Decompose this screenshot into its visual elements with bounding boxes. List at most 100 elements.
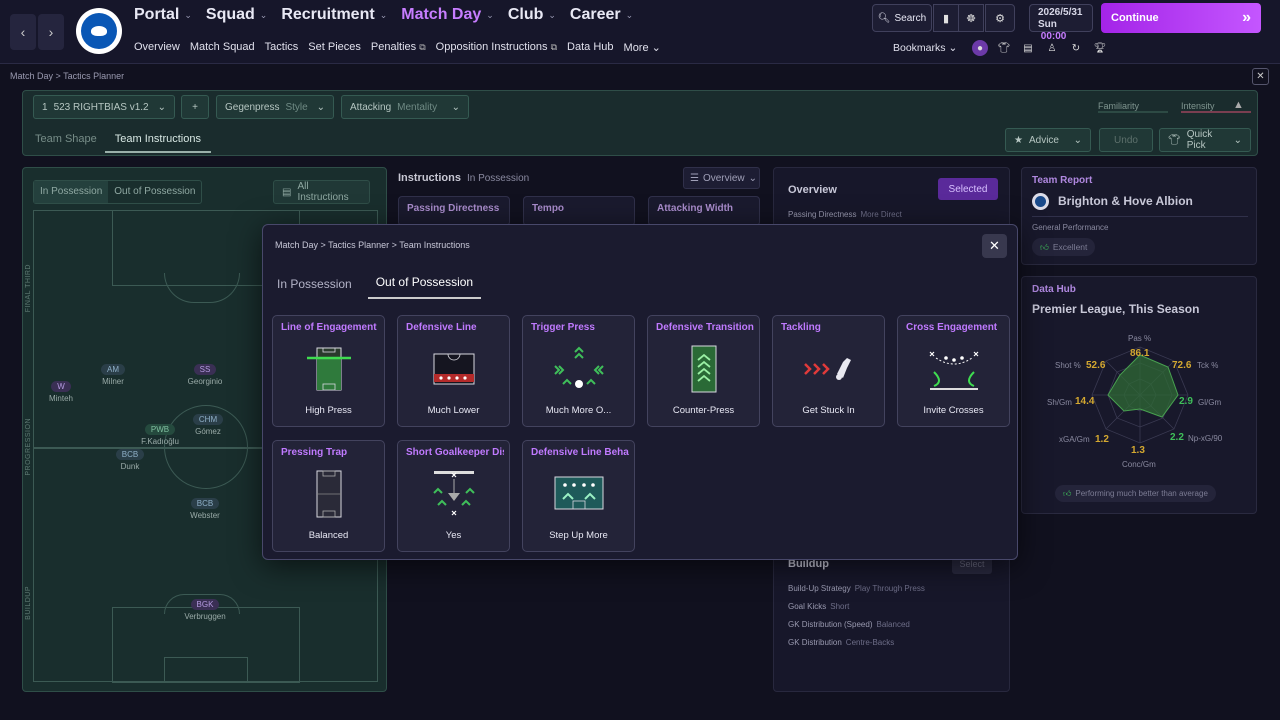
modal-tab-in-possession[interactable]: In Possession: [277, 273, 352, 299]
passing-directness-card[interactable]: Passing Directness: [398, 196, 510, 226]
stat-value: 72.6: [1172, 360, 1192, 371]
subnav-data-hub[interactable]: Data Hub: [567, 41, 613, 54]
overview-line: Goal Kicks Short: [788, 602, 850, 611]
undo-button[interactable]: Undo: [1099, 128, 1153, 152]
nav-recruitment[interactable]: Recruitment ⌄: [281, 6, 387, 24]
cross-engagement-icon: [929, 351, 979, 390]
tempo-card[interactable]: Tempo: [523, 196, 635, 226]
star-icon: ★: [1014, 134, 1023, 146]
slot-icon: 1: [42, 101, 48, 113]
subnav-more[interactable]: More ⌄: [624, 41, 661, 54]
notifications-icon[interactable]: ●: [972, 40, 988, 56]
pitch-tab-in-possession[interactable]: In Possession: [34, 181, 109, 203]
player-name: Minteh: [48, 394, 73, 403]
player-webster[interactable]: BCB Webster: [175, 498, 235, 520]
trophy-icon[interactable]: 🏆︎: [1092, 40, 1108, 56]
tactic-selector[interactable]: 1 523 RIGHTBIAS v1.2 ⌄: [33, 95, 175, 119]
chevron-down-icon: ⌄: [316, 101, 325, 113]
nav-career[interactable]: Career ⌄: [570, 6, 633, 24]
card-value: Balanced: [308, 530, 349, 541]
attacking-width-card[interactable]: Attacking Width: [648, 196, 760, 226]
club-crest-logo[interactable]: [76, 8, 122, 54]
subnav-set-pieces[interactable]: Set Pieces: [308, 41, 361, 54]
style-dropdown[interactable]: Gegenpress Style ⌄: [216, 95, 334, 119]
divider: [1032, 216, 1248, 217]
subnav-match-squad[interactable]: Match Squad: [190, 41, 255, 54]
search-button[interactable]: 🔍︎ Search: [872, 4, 932, 32]
player-minteh[interactable]: W Minteh: [31, 381, 91, 403]
data-hub-subtitle: Premier League, This Season: [1032, 302, 1200, 316]
overview-dropdown[interactable]: ☰ Overview ⌄: [683, 167, 760, 189]
nav-portal[interactable]: Portal ⌄: [134, 6, 192, 24]
mentality-dropdown[interactable]: Attacking Mentality ⌄: [341, 95, 469, 119]
modal-breadcrumb: Match Day > Tactics Planner > Team Instr…: [275, 240, 470, 250]
player-name: Webster: [190, 511, 220, 520]
stat-value: 2.2: [1170, 432, 1184, 443]
bookmarks-dropdown[interactable]: Bookmarks ⌄: [893, 42, 957, 54]
card-trigger-press[interactable]: Trigger Press Much More O...: [522, 315, 635, 427]
bookmark-toolbar-button[interactable]: ▮: [933, 4, 959, 32]
kit-icon[interactable]: 👕︎: [996, 40, 1012, 56]
forward-button[interactable]: ›: [38, 14, 64, 50]
brain-toolbar-button[interactable]: ☸: [958, 4, 984, 32]
close-planner-button[interactable]: ✕: [1252, 68, 1269, 85]
subnav-opposition-instructions[interactable]: Opposition Instructions ⧉: [436, 41, 557, 54]
date-text: 2026/5/31: [1038, 7, 1083, 18]
quick-pick-button[interactable]: 👕︎ Quick Pick ⌄: [1159, 128, 1251, 152]
continue-button[interactable]: Continue»: [1101, 3, 1261, 33]
player-verbruggen[interactable]: BGK Verbruggen: [175, 599, 235, 621]
card-title: Tackling: [781, 322, 821, 333]
stat-value: 1.3: [1131, 445, 1145, 456]
subnav-overview[interactable]: Overview: [134, 41, 180, 54]
modal-close-button[interactable]: ✕: [982, 234, 1007, 258]
close-icon: ✕: [1256, 71, 1265, 82]
position-badge: BCB: [190, 498, 220, 509]
modal-tab-out-of-possession[interactable]: Out of Possession: [367, 273, 482, 299]
club-name[interactable]: Brighton & Hove Albion: [1058, 194, 1193, 208]
tab-team-instructions[interactable]: Team Instructions: [104, 129, 211, 153]
nav-club[interactable]: Club ⌄: [508, 6, 556, 24]
card-pressing-trap[interactable]: Pressing Trap Balanced: [272, 440, 385, 552]
card-defensive-line-behaviour[interactable]: Defensive Line Behavic Step Up More: [522, 440, 635, 552]
refresh-icon[interactable]: ↻: [1068, 40, 1084, 56]
tab-team-shape[interactable]: Team Shape: [35, 129, 97, 153]
pitch-tab-out-of-possession[interactable]: Out of Possession: [108, 181, 201, 203]
player-dunk[interactable]: BCB Dunk: [100, 449, 160, 471]
game-date[interactable]: 2026/5/31 Sun 00:00: [1029, 4, 1093, 42]
stat-label: Shot %: [1055, 361, 1081, 370]
card-cross-engagement[interactable]: Cross Engagement Invite Crosses: [897, 315, 1010, 427]
player-milner[interactable]: AM Milner: [83, 364, 143, 386]
staff-icon[interactable]: ♙: [1044, 40, 1060, 56]
card-line-of-engagement[interactable]: Line of Engagement High Press: [272, 315, 385, 427]
add-tactic-button[interactable]: +: [181, 95, 209, 119]
stat-value: 2.9: [1179, 396, 1193, 407]
defensive-line-icon: [433, 353, 475, 385]
all-instructions-button[interactable]: ▤ All Instructions: [273, 180, 370, 204]
clipboard-icon[interactable]: ▤: [1020, 40, 1036, 56]
team-report-panel: Team Report Brighton & Hove Albion Gener…: [1021, 167, 1257, 265]
player-name: Milner: [102, 377, 124, 386]
player-georginio[interactable]: SS Georginio: [175, 364, 235, 386]
brain-icon: ☸: [966, 12, 976, 25]
settings-button[interactable]: ⚙: [985, 4, 1015, 32]
card-tackling[interactable]: Tackling Get Stuck In: [772, 315, 885, 427]
card-title: Short Goalkeeper Distri: [406, 447, 504, 458]
stat-label: Gl/Gm: [1198, 398, 1222, 407]
card-short-gk-distribution[interactable]: Short Goalkeeper Distri Yes: [397, 440, 510, 552]
nav-match-day[interactable]: Match Day ⌄: [401, 6, 494, 24]
list-icon: ☰: [690, 172, 699, 184]
subnav-penalties[interactable]: Penalties ⧉: [371, 41, 426, 54]
back-button[interactable]: ‹: [10, 14, 36, 50]
selected-button[interactable]: Selected: [938, 178, 998, 200]
data-hub-panel: Data Hub Premier League, This Season Pas…: [1021, 276, 1257, 514]
card-defensive-transition[interactable]: Defensive Transition Counter-Press: [647, 315, 760, 427]
nav-squad[interactable]: Squad ⌄: [206, 6, 267, 24]
stat-label: Np-xG/90: [1188, 434, 1223, 443]
player-gomez[interactable]: CHM Gómez: [178, 414, 238, 436]
stat-label: Tck %: [1197, 361, 1219, 370]
performance-badge: 👍︎ Excellent: [1032, 238, 1096, 256]
advice-button[interactable]: ★ Advice ⌄: [1005, 128, 1091, 152]
zone-buildup: BUILDUP: [25, 586, 32, 620]
card-defensive-line[interactable]: Defensive Line Much Lower: [397, 315, 510, 427]
subnav-tactics[interactable]: Tactics: [265, 41, 299, 54]
